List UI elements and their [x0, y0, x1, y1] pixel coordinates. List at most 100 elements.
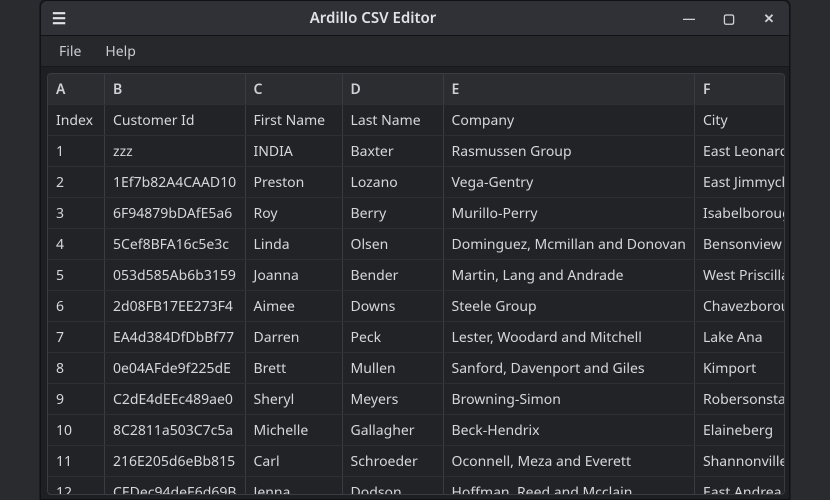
cell[interactable]: Lake Ana [694, 322, 785, 353]
cell[interactable]: 6 [48, 291, 105, 322]
cell[interactable]: Shannonville [694, 446, 785, 477]
column-letter-row: A B C D E F G [48, 74, 785, 105]
col-letter[interactable]: E [443, 74, 694, 105]
cell[interactable]: Robersonstad [694, 384, 785, 415]
cell[interactable]: Joanna [245, 260, 342, 291]
cell[interactable]: Martin, Lang and Andrade [443, 260, 694, 291]
cell[interactable]: Lester, Woodard and Mitchell [443, 322, 694, 353]
cell[interactable]: CEDec94deE6d69B [105, 477, 246, 496]
cell[interactable]: EA4d384DfDbBf77 [105, 322, 246, 353]
cell[interactable]: Bensonview [694, 229, 785, 260]
cell[interactable]: Dodson [342, 477, 443, 496]
menu-help[interactable]: Help [93, 38, 148, 65]
cell[interactable]: Sheryl [245, 384, 342, 415]
titlebar: ☰ Ardillo CSV Editor — ▢ ✕ [41, 1, 789, 36]
col-letter[interactable]: F [694, 74, 785, 105]
cell[interactable]: Steele Group [443, 291, 694, 322]
cell[interactable]: Oconnell, Meza and Everett [443, 446, 694, 477]
cell[interactable]: Customer Id [105, 105, 246, 136]
table-row: 9C2dE4dEEc489ae0SherylMeyersBrowning-Sim… [48, 384, 785, 415]
cell[interactable]: First Name [245, 105, 342, 136]
cell[interactable]: 1Ef7b82A4CAAD10 [105, 167, 246, 198]
cell[interactable]: Dominguez, Mcmillan and Donovan [443, 229, 694, 260]
cell[interactable]: West Priscilla [694, 260, 785, 291]
cell[interactable]: Vega-Gentry [443, 167, 694, 198]
menubar: File Help [41, 36, 789, 67]
table-row: 21Ef7b82A4CAAD10PrestonLozanoVega-Gentry… [48, 167, 785, 198]
cell[interactable]: Hoffman, Reed and Mcclain [443, 477, 694, 496]
cell[interactable]: Browning-Simon [443, 384, 694, 415]
cell[interactable]: 8 [48, 353, 105, 384]
cell[interactable]: Isabelborough [694, 198, 785, 229]
col-letter[interactable]: A [48, 74, 105, 105]
cell[interactable]: Kimport [694, 353, 785, 384]
minimize-button[interactable]: — [669, 9, 709, 27]
cell[interactable]: Downs [342, 291, 443, 322]
menu-file[interactable]: File [47, 38, 93, 65]
cell[interactable]: Beck-Hendrix [443, 415, 694, 446]
cell[interactable]: Company [443, 105, 694, 136]
cell[interactable]: Schroeder [342, 446, 443, 477]
cell[interactable]: Aimee [245, 291, 342, 322]
cell[interactable]: Linda [245, 229, 342, 260]
cell[interactable]: 053d585Ab6b3159 [105, 260, 246, 291]
cell[interactable]: 12 [48, 477, 105, 496]
cell[interactable]: Meyers [342, 384, 443, 415]
cell[interactable]: INDIA [245, 136, 342, 167]
cell[interactable]: Olsen [342, 229, 443, 260]
cell[interactable]: City [694, 105, 785, 136]
cell[interactable]: 9 [48, 384, 105, 415]
cell[interactable]: Berry [342, 198, 443, 229]
cell[interactable]: Jenna [245, 477, 342, 496]
cell[interactable]: 5 [48, 260, 105, 291]
cell[interactable]: Rasmussen Group [443, 136, 694, 167]
cell[interactable]: 11 [48, 446, 105, 477]
cell[interactable]: Gallagher [342, 415, 443, 446]
cell[interactable]: Brett [245, 353, 342, 384]
cell[interactable]: Peck [342, 322, 443, 353]
table-row: 12CEDec94deE6d69BJennaDodsonHoffman, Ree… [48, 477, 785, 496]
cell[interactable]: 2d08FB17EE273F4 [105, 291, 246, 322]
csv-table: A B C D E F G IndexCustomer IdFirst Name… [48, 74, 785, 495]
close-button[interactable]: ✕ [749, 9, 789, 27]
cell[interactable]: Preston [245, 167, 342, 198]
cell[interactable]: Carl [245, 446, 342, 477]
cell[interactable]: 0e04AFde9f225dE [105, 353, 246, 384]
cell[interactable]: Murillo-Perry [443, 198, 694, 229]
cell[interactable]: 7 [48, 322, 105, 353]
cell[interactable]: Lozano [342, 167, 443, 198]
cell[interactable]: 5Cef8BFA16c5e3c [105, 229, 246, 260]
cell[interactable]: Mullen [342, 353, 443, 384]
cell[interactable]: East Andrea [694, 477, 785, 496]
cell[interactable]: 4 [48, 229, 105, 260]
cell[interactable]: Sanford, Davenport and Giles [443, 353, 694, 384]
table-row: 1zzzINDIABaxterRasmussen GroupEast Leona… [48, 136, 785, 167]
cell[interactable]: 8C2811a503C7c5a [105, 415, 246, 446]
cell[interactable]: Darren [245, 322, 342, 353]
cell[interactable]: 6F94879bDAfE5a6 [105, 198, 246, 229]
cell[interactable]: Index [48, 105, 105, 136]
cell[interactable]: Chavezborough [694, 291, 785, 322]
cell[interactable]: 10 [48, 415, 105, 446]
cell[interactable]: 3 [48, 198, 105, 229]
cell[interactable]: zzz [105, 136, 246, 167]
cell[interactable]: Bender [342, 260, 443, 291]
maximize-button[interactable]: ▢ [709, 9, 749, 27]
col-letter[interactable]: B [105, 74, 246, 105]
csv-grid[interactable]: A B C D E F G IndexCustomer IdFirst Name… [47, 73, 785, 495]
cell[interactable]: Roy [245, 198, 342, 229]
hamburger-menu-icon[interactable]: ☰ [41, 7, 77, 29]
cell[interactable]: Elaineberg [694, 415, 785, 446]
cell[interactable]: Last Name [342, 105, 443, 136]
cell[interactable]: 1 [48, 136, 105, 167]
table-row: 11216E205d6eBb815CarlSchroederOconnell, … [48, 446, 785, 477]
cell[interactable]: Michelle [245, 415, 342, 446]
cell[interactable]: East Jimmychester [694, 167, 785, 198]
cell[interactable]: 216E205d6eBb815 [105, 446, 246, 477]
cell[interactable]: East Leonard [694, 136, 785, 167]
col-letter[interactable]: D [342, 74, 443, 105]
cell[interactable]: Baxter [342, 136, 443, 167]
cell[interactable]: C2dE4dEEc489ae0 [105, 384, 246, 415]
cell[interactable]: 2 [48, 167, 105, 198]
col-letter[interactable]: C [245, 74, 342, 105]
